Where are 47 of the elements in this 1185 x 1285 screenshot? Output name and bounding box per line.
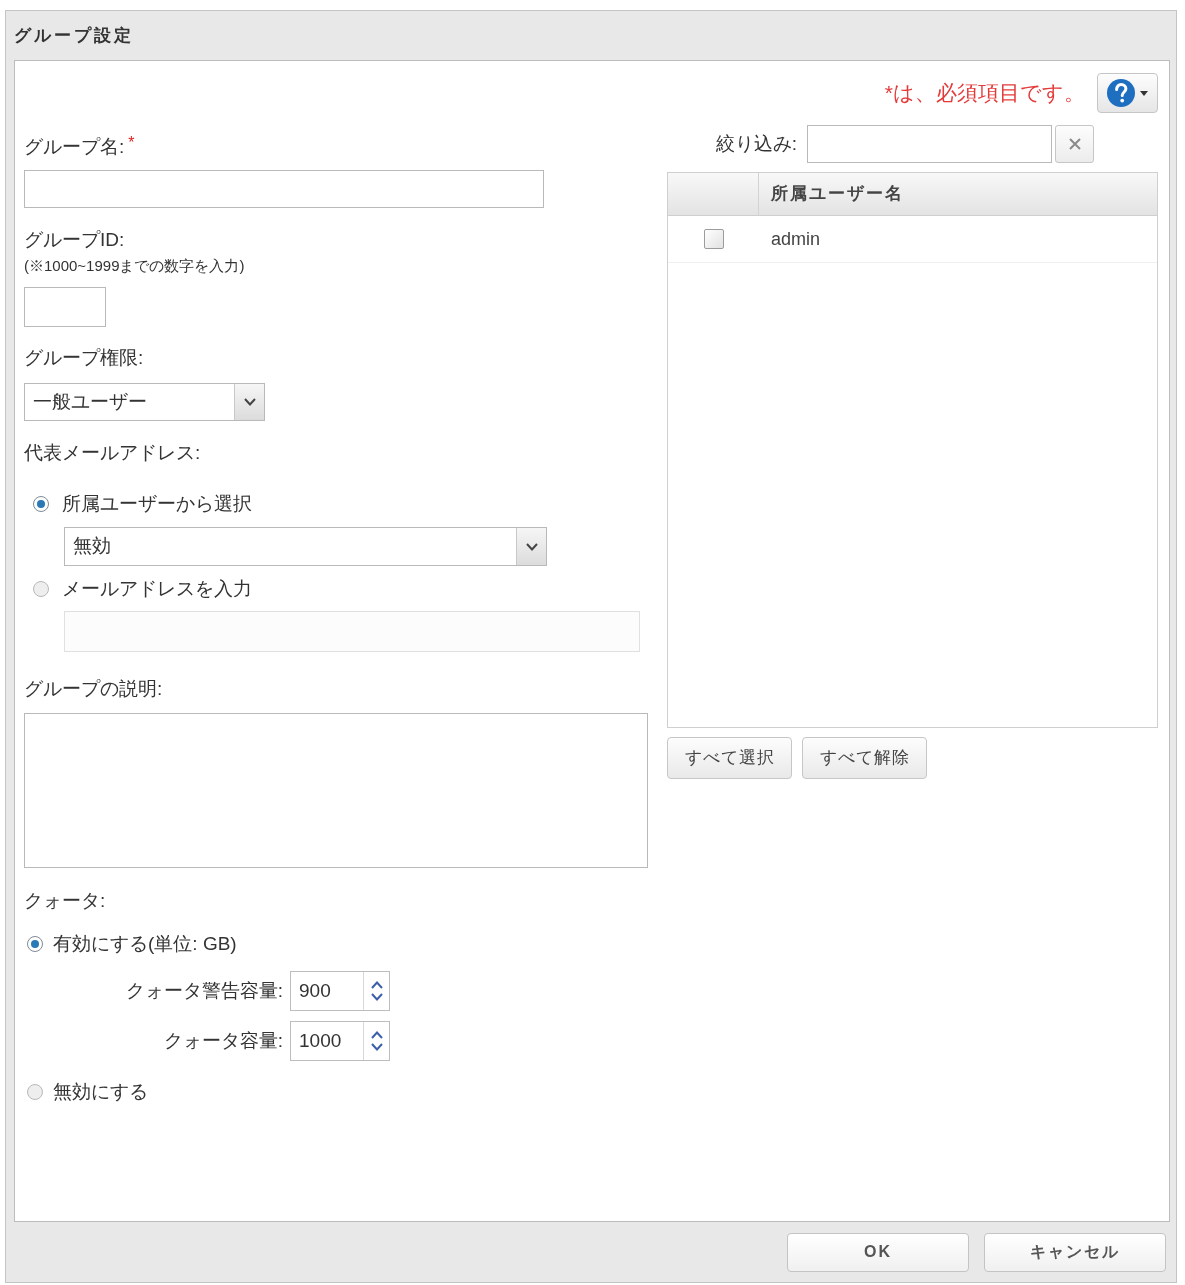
- clear-button[interactable]: [1055, 125, 1094, 163]
- dropdown[interactable]: 無効: [64, 527, 547, 566]
- table-cell-text: admin: [771, 228, 821, 251]
- field-label: 代表メールアドレス:: [24, 441, 201, 465]
- help-icon: [1107, 79, 1135, 107]
- table-action-button[interactable]: すべて選択: [667, 737, 792, 779]
- number-spinner[interactable]: 900: [290, 971, 390, 1011]
- chevron-up-icon: [370, 981, 383, 989]
- radio-button[interactable]: [27, 936, 43, 952]
- chevron-down-icon: [370, 1043, 383, 1051]
- required-note: *は、必須項目です。: [884, 80, 1085, 107]
- chevron-down-icon: [370, 993, 383, 1001]
- chevron-down-icon: [243, 398, 256, 406]
- checkbox[interactable]: [703, 229, 724, 249]
- radio-label: 無効にする: [53, 1080, 148, 1104]
- radio-button[interactable]: [33, 581, 49, 597]
- number-spinner[interactable]: 1000: [290, 1021, 390, 1061]
- field-note: (※1000~1999までの数字を入力): [24, 256, 245, 276]
- field-label: グループ名:: [24, 135, 125, 159]
- dialog-button[interactable]: OK: [787, 1232, 969, 1272]
- field-label: クォータ:: [24, 889, 106, 913]
- radio-label: 有効にする(単位: GB): [53, 932, 237, 956]
- window-title: グループ設定: [14, 24, 134, 47]
- text-field[interactable]: [24, 170, 544, 208]
- field-label: クォータ容量:: [163, 1029, 283, 1053]
- field-label: グループID:: [24, 228, 125, 252]
- dialog-button[interactable]: キャンセル: [984, 1232, 1166, 1272]
- text-area[interactable]: [24, 713, 648, 868]
- filter-label: 絞り込み:: [715, 132, 797, 156]
- close-icon: [1068, 138, 1081, 150]
- help-button[interactable]: [1097, 73, 1158, 113]
- radio-button[interactable]: [33, 496, 49, 512]
- field-label: クォータ警告容量:: [125, 979, 283, 1003]
- caret-icon: [1140, 90, 1148, 96]
- column-header: 所属ユーザー名: [771, 183, 904, 205]
- text-field[interactable]: [24, 287, 106, 327]
- chevron-up-icon: [370, 1031, 383, 1039]
- required-mark: *: [128, 134, 135, 152]
- radio-label: 所属ユーザーから選択: [62, 492, 252, 516]
- radio-label: メールアドレスを入力: [62, 577, 252, 601]
- chevron-down-icon: [525, 542, 538, 551]
- dropdown[interactable]: 一般ユーザー: [24, 383, 265, 421]
- filter-field[interactable]: [807, 125, 1052, 163]
- field-label: グループ権限:: [24, 346, 144, 370]
- field-label: グループの説明:: [24, 677, 163, 701]
- radio-button[interactable]: [27, 1084, 43, 1100]
- table-action-button[interactable]: すべて解除: [802, 737, 927, 779]
